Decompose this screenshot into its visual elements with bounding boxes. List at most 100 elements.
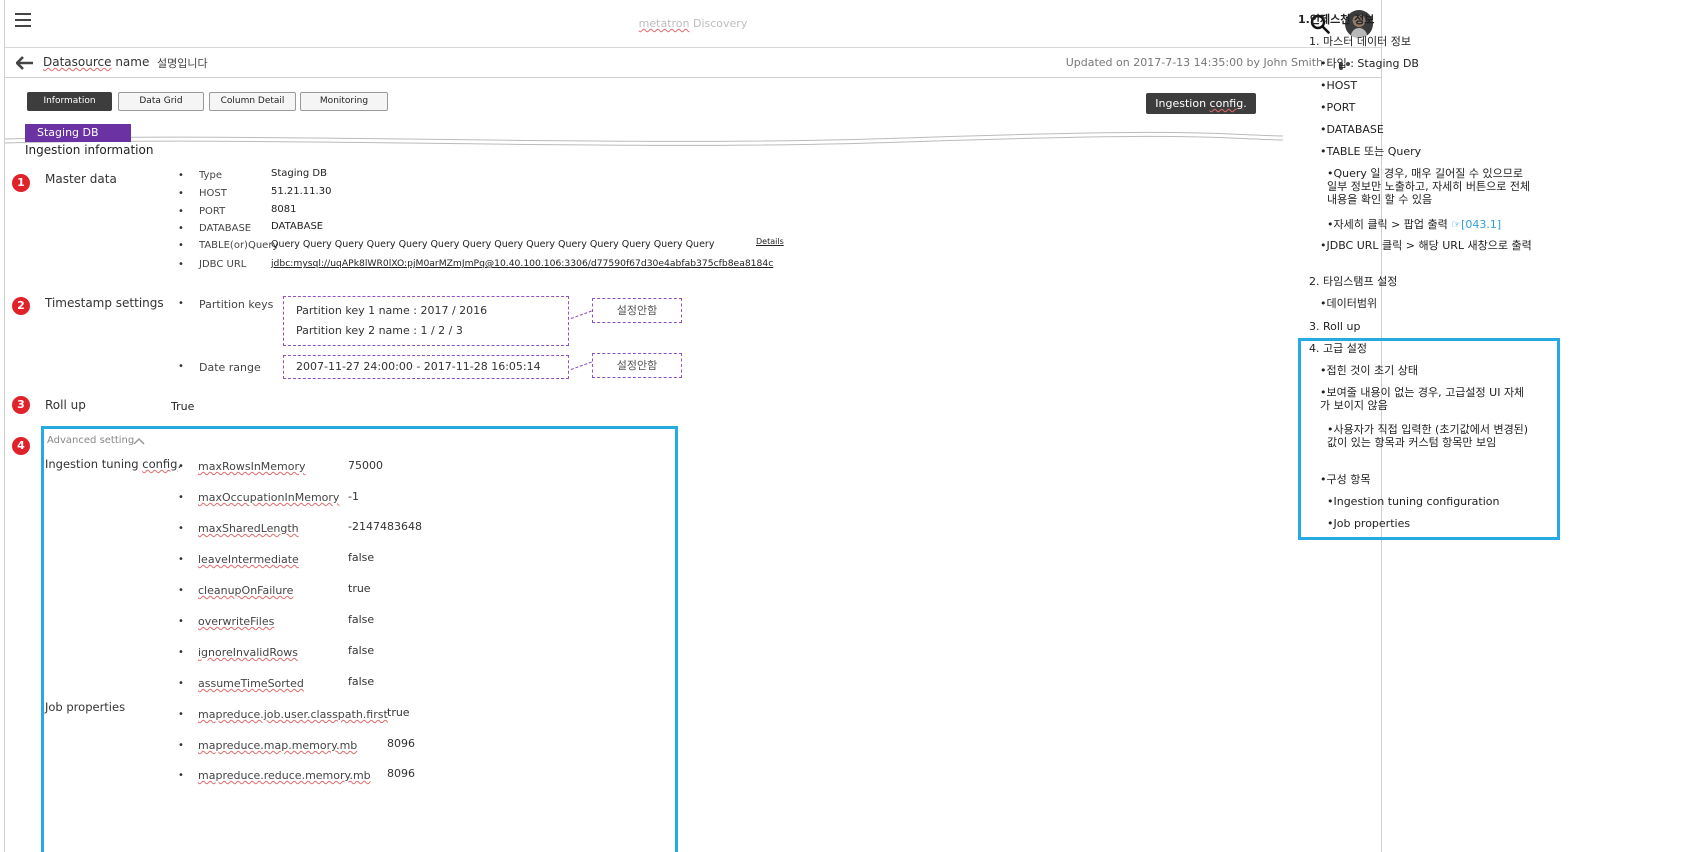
partition-keys-box: Partition key 1 name : 2017 / 2016 Parti…	[283, 296, 569, 346]
notes-section-3: 3. Roll up	[1309, 320, 1361, 333]
tuning-value: false	[348, 551, 375, 564]
back-arrow-icon[interactable]	[16, 56, 34, 70]
master-key-type: Type	[199, 170, 222, 181]
job-value: 8096	[387, 737, 415, 750]
notes-detail-note: •자세히 클릭 > 팝업 출력 ☞[043.1]	[1327, 218, 1501, 231]
top-bar: metatron Discovery	[5, 0, 1381, 48]
app-frame: metatron Discovery Datasource name 설명입니다…	[4, 0, 1382, 852]
job-value: 8096	[387, 767, 415, 780]
master-key-jdbc: JDBC URL	[199, 259, 247, 270]
master-value-type: Staging DB	[271, 168, 327, 179]
notes-query-note: •Query 일 경우, 매우 길어질 수 있으므로 일부 정보만 노출하고, …	[1327, 167, 1531, 206]
bullet: •	[178, 170, 184, 181]
partition-keys-label: Partition keys	[199, 298, 274, 311]
partition-key-1: Partition key 1 name : 2017 / 2016	[296, 304, 488, 317]
tab-data-grid[interactable]: Data Grid	[118, 92, 204, 111]
bullet: •	[178, 461, 184, 472]
notes-detail-link[interactable]: ☞[043.1]	[1451, 218, 1501, 231]
master-data-label: Master data	[45, 172, 117, 186]
notes-item: •데이터범위	[1320, 297, 1378, 310]
datasource-word: Datasource	[43, 55, 112, 69]
stage-tag: Staging DB	[25, 124, 131, 142]
notes-item: •DATABASE	[1320, 123, 1384, 136]
bullet: •	[178, 223, 184, 234]
datasource-rest: name	[111, 55, 150, 69]
details-link[interactable]: Details	[756, 237, 784, 246]
connector-line	[570, 310, 592, 319]
master-key-port: PORT	[199, 206, 226, 217]
tuning-value: -2147483648	[348, 520, 422, 533]
notes-item: •보여줄 내용이 없는 경우, 고급설정 UI 자체가 보이지 않음	[1320, 386, 1525, 412]
notes-item: •사용자가 직접 입력한 (초기값에서 변경된) 값이 있는 항목과 커스텀 항…	[1327, 423, 1529, 449]
tab-information[interactable]: Information	[27, 92, 112, 111]
app-suffix: Discovery	[689, 17, 748, 30]
badge-3: 3	[12, 396, 30, 414]
date-range-label: Date range	[199, 361, 261, 374]
bullet: •	[178, 523, 184, 534]
job-value: true	[387, 706, 410, 719]
tuning-value: 75000	[348, 459, 383, 472]
notes-section-1: 1. 마스터 데이터 정보	[1309, 35, 1411, 48]
timestamp-settings-label: Timestamp settings	[45, 296, 164, 310]
notes-section-4: 4. 고급 설정	[1309, 342, 1367, 355]
rollup-label: Roll up	[45, 398, 86, 412]
bullet: •	[178, 740, 184, 751]
rollup-value: True	[171, 400, 195, 413]
bullet: •	[178, 585, 184, 596]
advanced-setting-box	[41, 426, 678, 852]
notes-item: •PORT	[1320, 101, 1356, 114]
notes-jdbc-note: •JDBC URL 클릭 > 해당 URL 새창으로 출력	[1320, 239, 1532, 252]
updated-info: Updated on 2017-7-13 14:35:00 by John Sm…	[1065, 56, 1323, 69]
bullet: •	[178, 709, 184, 720]
ingestion-config-button[interactable]: Ingestion config.	[1146, 93, 1256, 114]
tuning-key: maxOccupationInMemory	[198, 491, 340, 504]
bullet: •	[178, 770, 184, 781]
app-title: metatron Discovery	[5, 17, 1381, 30]
wave-separator	[5, 131, 1283, 146]
notes-item: •HOST	[1320, 79, 1358, 92]
notes-heading: 1.인제스천 정보	[1298, 13, 1375, 26]
notes-item: •타입 : Staging DB	[1320, 57, 1419, 70]
tuning-key: cleanupOnFailure	[198, 584, 294, 597]
not-set-tag: 설정안함	[592, 298, 682, 323]
bullet: •	[178, 678, 184, 689]
ingestion-tuning-label: Ingestion tuning config.	[45, 457, 181, 471]
advanced-setting-title[interactable]: Advanced setting	[47, 435, 134, 446]
tab-column-detail[interactable]: Column Detail	[209, 92, 296, 111]
tuning-key: assumeTimeSorted	[198, 677, 304, 690]
master-value-port: 8081	[271, 204, 297, 215]
chevron-up-icon[interactable]	[133, 437, 145, 445]
notes-item: •TABLE 또는 Query	[1320, 145, 1422, 158]
job-key: mapreduce.map.memory.mb	[198, 739, 358, 752]
master-key-table: TABLE(or)Query	[199, 240, 279, 251]
tuning-value: false	[348, 644, 375, 657]
connector-line	[570, 361, 592, 370]
bullet: •	[178, 188, 184, 199]
ingestion-btn-pre: Ingestion	[1155, 97, 1210, 110]
bullet: •	[178, 554, 184, 565]
date-range-box: 2007-11-27 24:00:00 - 2017-11-28 16:05:1…	[283, 355, 569, 379]
bullet: •	[178, 492, 184, 503]
tuning-key: leaveIntermediate	[198, 553, 299, 566]
master-key-host: HOST	[199, 188, 227, 199]
tuning-key: overwriteFiles	[198, 615, 275, 628]
tuning-key: maxRowsInMemory	[198, 460, 306, 473]
tuning-value: false	[348, 675, 375, 688]
tab-monitoring[interactable]: Monitoring	[300, 92, 388, 111]
not-set-tag: 설정안함	[592, 353, 682, 378]
tuning-value: false	[348, 613, 375, 626]
tuning-value: true	[348, 582, 371, 595]
badge-1: 1	[12, 174, 30, 192]
section-title: Ingestion information	[25, 143, 154, 157]
master-value-database: DATABASE	[271, 221, 324, 232]
master-key-database: DATABASE	[199, 223, 252, 234]
jdbc-url-link[interactable]: jdbc:mysql://uqAPk8lWR0lXO:pjM0arMZmJmPq…	[271, 258, 773, 269]
datasource-name: Datasource name	[43, 55, 149, 69]
job-properties-label: Job properties	[45, 700, 126, 714]
job-key: mapreduce.reduce.memory.mb	[198, 769, 371, 782]
tuning-label-pre: Ingestion tuning	[45, 457, 143, 471]
bullet: •	[178, 616, 184, 627]
bullet: •	[178, 259, 184, 270]
job-key: mapreduce.job.user.classpath.first	[198, 708, 388, 721]
tuning-value: -1	[348, 490, 359, 503]
